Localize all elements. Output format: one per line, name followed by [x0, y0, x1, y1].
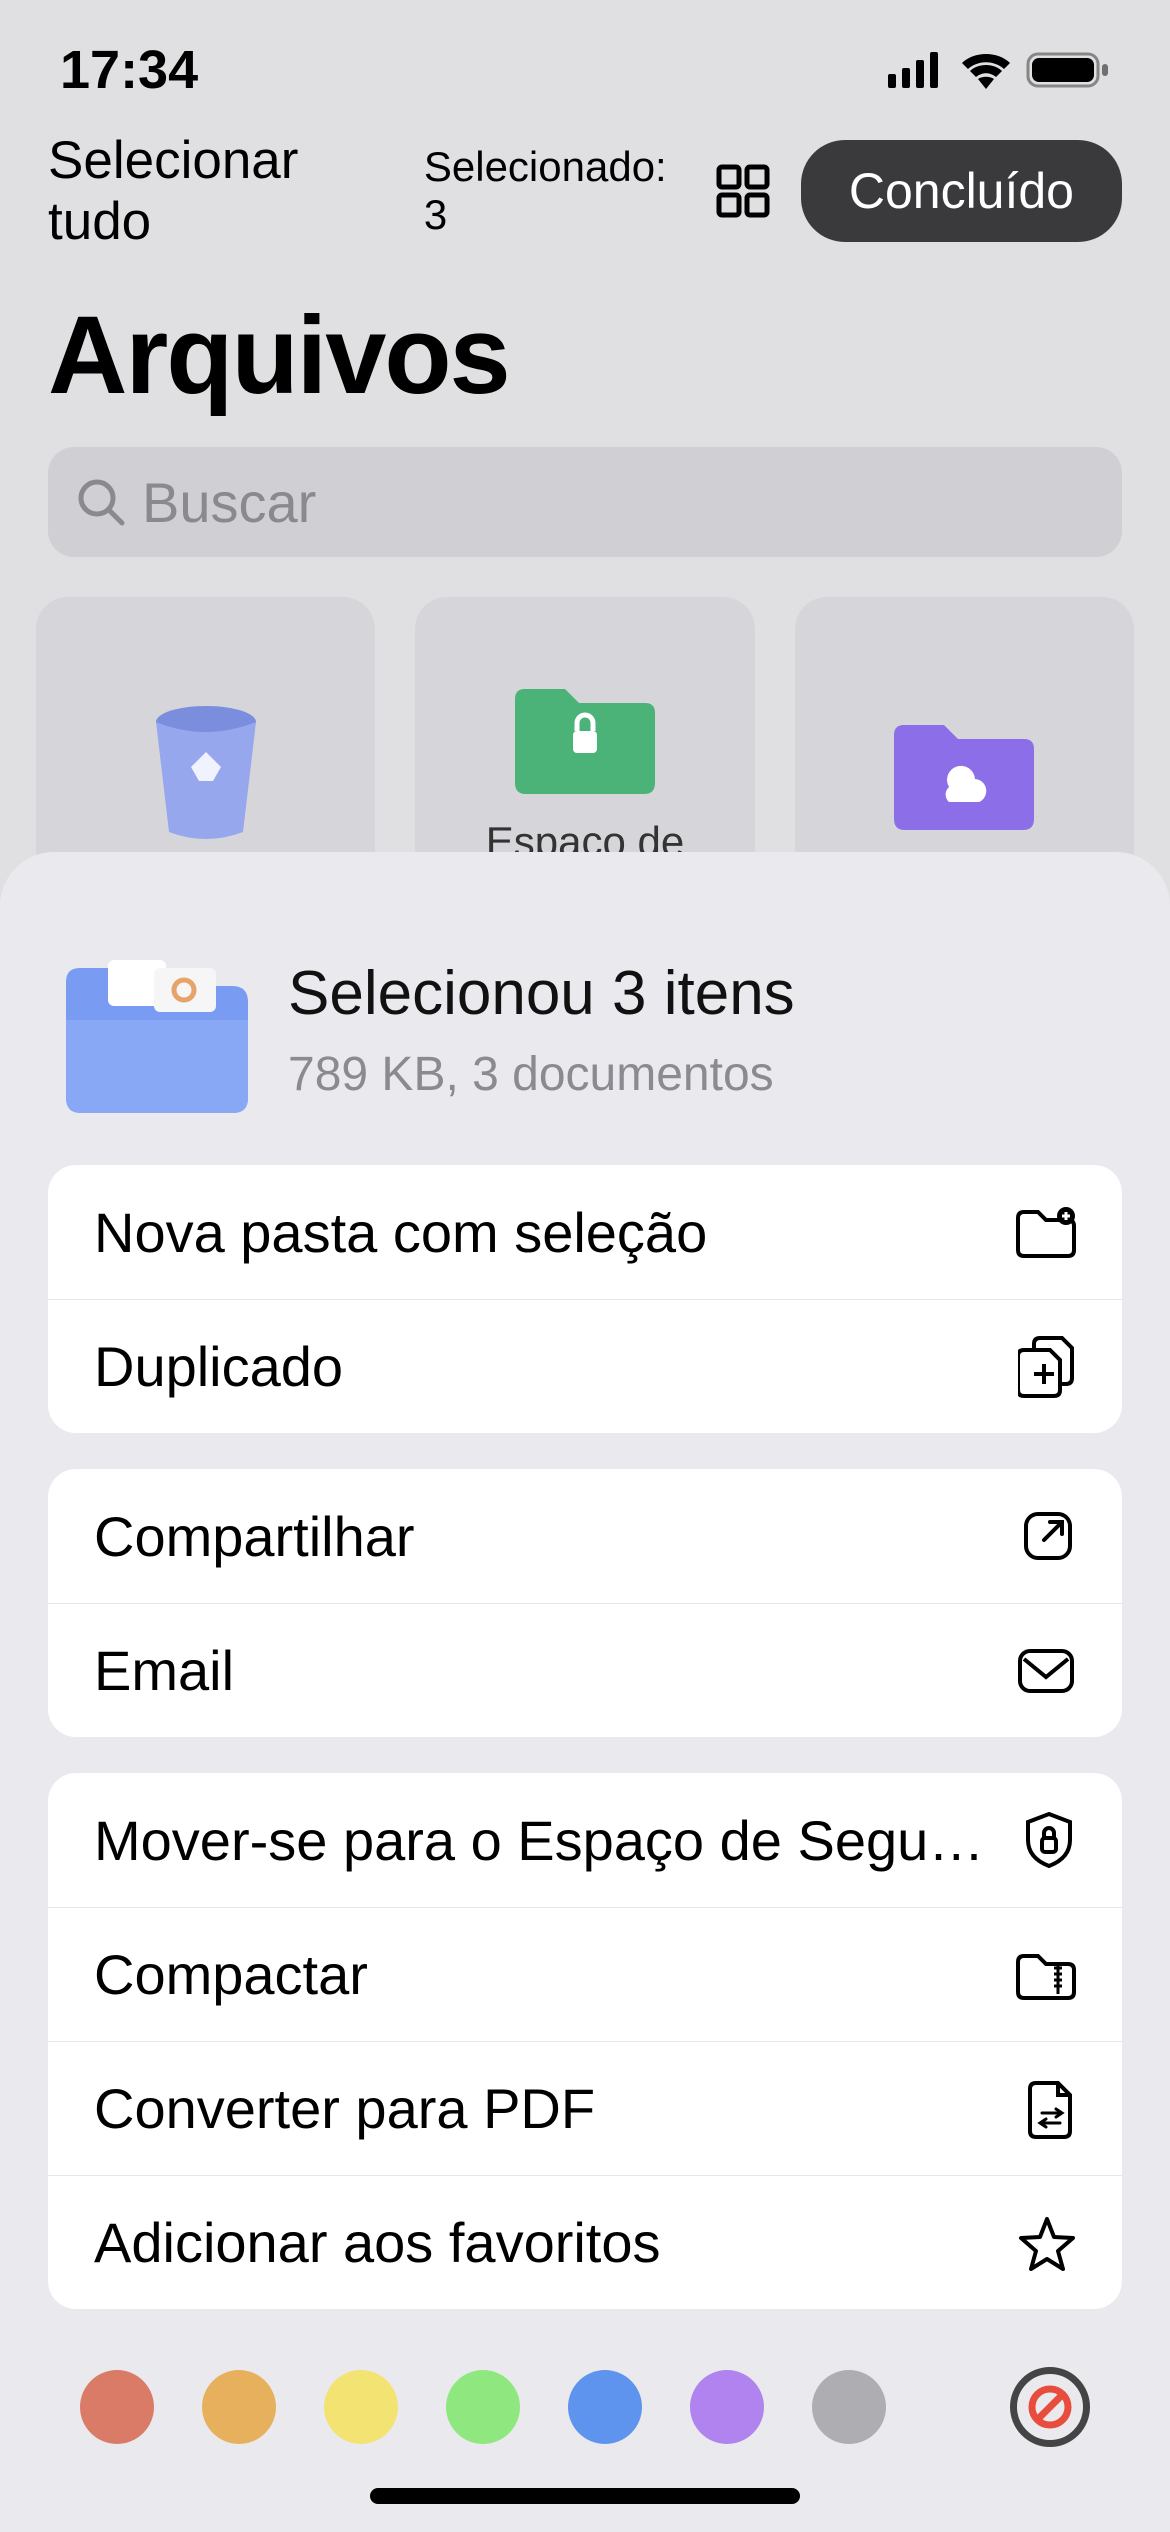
- tag-none[interactable]: [1010, 2367, 1090, 2447]
- tag-purple[interactable]: [690, 2370, 764, 2444]
- sheet-subtitle: 789 KB, 3 documentos: [288, 1047, 795, 1102]
- share-action[interactable]: Compartilhar: [48, 1469, 1122, 1603]
- action-sheet: Selecionou 3 itens 789 KB, 3 documentos …: [0, 852, 1170, 2532]
- page-title: Arquivos: [0, 282, 1170, 447]
- search-container: [0, 447, 1170, 597]
- actions-group-2: Compartilhar Email: [48, 1469, 1122, 1737]
- new-folder-action[interactable]: Nova pasta com seleção: [48, 1165, 1122, 1299]
- compress-action[interactable]: Compactar: [48, 1907, 1122, 2041]
- duplicate-action[interactable]: Duplicado: [48, 1299, 1122, 1433]
- convert-pdf-action[interactable]: Converter para PDF: [48, 2041, 1122, 2175]
- sheet-header: Selecionou 3 itens 789 KB, 3 documentos: [0, 852, 1170, 1165]
- archive-icon: [1014, 1950, 1076, 2000]
- wifi-icon: [960, 51, 1012, 89]
- folder-plus-icon: [1014, 1206, 1076, 1258]
- action-label: Mover-se para o Espaço de Seguran...: [94, 1808, 994, 1873]
- action-label: Converter para PDF: [94, 2076, 1000, 2141]
- secure-folder-icon: [515, 679, 655, 794]
- search-box[interactable]: [48, 447, 1122, 557]
- action-label: Duplicado: [94, 1334, 990, 1399]
- actions-group-3: Mover-se para o Espaço de Seguran... Com…: [48, 1773, 1122, 2309]
- toolbar: Selecionar tudo Selecionado: 3 Concluído: [0, 120, 1170, 282]
- share-icon: [1020, 1508, 1076, 1564]
- tag-orange[interactable]: [202, 2370, 276, 2444]
- tag-blue[interactable]: [568, 2370, 642, 2444]
- cellular-icon: [888, 52, 946, 88]
- action-label: Compartilhar: [94, 1504, 992, 1569]
- action-label: Email: [94, 1638, 988, 1703]
- selection-folder-icon: [58, 942, 248, 1117]
- tag-color-row: [0, 2345, 1170, 2447]
- status-icons: [888, 50, 1110, 90]
- tag-red[interactable]: [80, 2370, 154, 2444]
- sheet-title: Selecionou 3 itens: [288, 958, 795, 1029]
- select-all-button[interactable]: Selecionar tudo: [48, 130, 394, 252]
- duplicate-icon: [1018, 1336, 1076, 1398]
- battery-icon: [1026, 50, 1110, 90]
- selected-count: Selecionado: 3: [424, 143, 685, 239]
- done-button[interactable]: Concluído: [801, 140, 1122, 242]
- status-bar: 17:34: [0, 0, 1170, 120]
- home-indicator[interactable]: [370, 2488, 800, 2504]
- email-action[interactable]: Email: [48, 1603, 1122, 1737]
- document-convert-icon: [1028, 2079, 1076, 2139]
- add-favorites-action[interactable]: Adicionar aos favoritos: [48, 2175, 1122, 2309]
- action-label: Nova pasta com seleção: [94, 1200, 986, 1265]
- grid-view-icon[interactable]: [715, 163, 771, 219]
- shield-lock-icon: [1022, 1810, 1076, 1870]
- mail-icon: [1016, 1647, 1076, 1695]
- move-secure-action[interactable]: Mover-se para o Espaço de Seguran...: [48, 1773, 1122, 1907]
- search-icon: [76, 477, 126, 527]
- search-input[interactable]: [142, 470, 1094, 535]
- actions-group-1: Nova pasta com seleção Duplicado: [48, 1165, 1122, 1433]
- tag-green[interactable]: [446, 2370, 520, 2444]
- tag-gray[interactable]: [812, 2370, 886, 2444]
- cloud-folder-icon: [894, 715, 1034, 830]
- trash-icon: [151, 702, 261, 842]
- action-label: Compactar: [94, 1942, 986, 2007]
- tag-yellow[interactable]: [324, 2370, 398, 2444]
- star-icon: [1018, 2215, 1076, 2271]
- status-time: 17:34: [60, 39, 198, 101]
- action-label: Adicionar aos favoritos: [94, 2210, 990, 2275]
